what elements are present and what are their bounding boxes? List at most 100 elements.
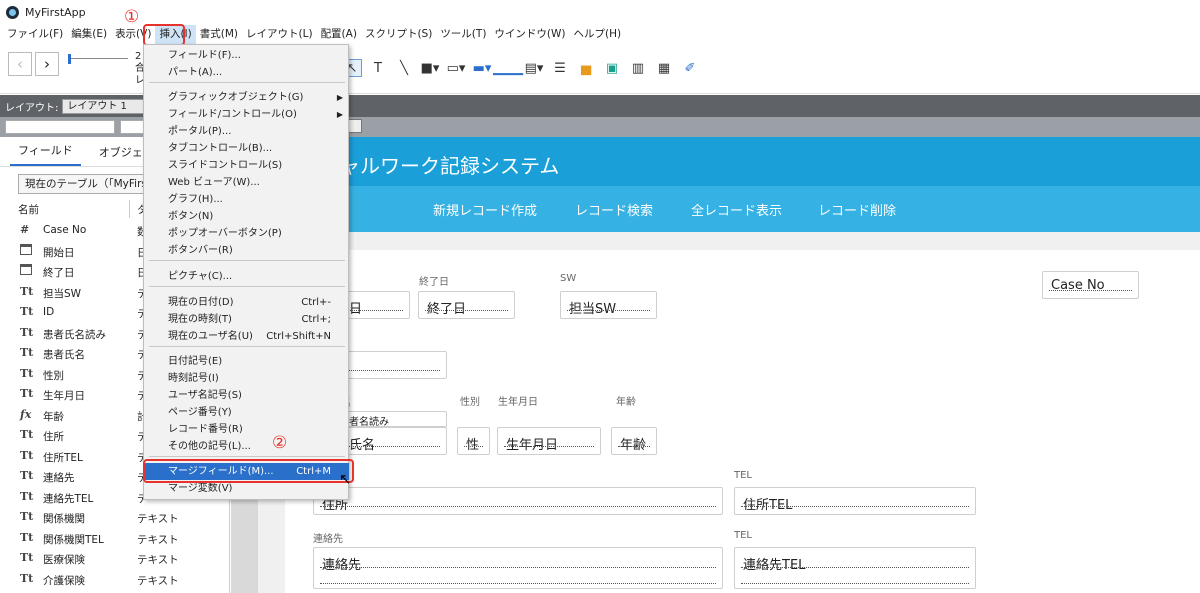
slide-control-tool-icon[interactable]: ▦ — [654, 59, 674, 77]
label-age[interactable]: 年齢 — [616, 393, 636, 408]
layout-header-title[interactable]: ャルワーク記録システム — [340, 150, 559, 179]
button-tool-icon[interactable]: ▬▾ — [472, 59, 492, 77]
field-list-row[interactable]: Tt 介護保険 テキスト — [0, 569, 230, 590]
menu-tools[interactable]: ツール(T) — [436, 25, 490, 44]
annotation-step-2: ② — [272, 433, 288, 453]
prev-record-button[interactable]: ‹ — [8, 52, 32, 76]
insert-menu-item-label: パート(A)... — [168, 67, 223, 78]
menu-edit[interactable]: 編集(E) — [67, 25, 111, 44]
field-address[interactable]: 住所 — [313, 487, 723, 515]
text-field-icon: Tt — [20, 284, 34, 298]
label-address-tel[interactable]: TEL — [734, 470, 752, 481]
format-painter-icon[interactable]: ✐ — [680, 59, 700, 77]
field-birth[interactable]: 生年月日 — [497, 427, 601, 455]
insert-menu-item[interactable]: ポータル(P)... — [145, 123, 349, 140]
insert-menu-item-label: ピクチャ(C)... — [168, 271, 233, 282]
insert-menu-item[interactable]: ユーザ名記号(S) — [145, 387, 349, 404]
insert-menu-item[interactable]: タブコントロール(B)... — [145, 140, 349, 157]
nav-new-record[interactable]: 新規レコード作成 — [433, 200, 537, 219]
label-contact-tel[interactable]: TEL — [734, 530, 752, 541]
insert-menu-item[interactable]: グラフ(H)... — [145, 191, 349, 208]
tab-fields[interactable]: フィールド — [10, 142, 81, 166]
chart-tool-icon[interactable]: ▅ — [576, 59, 596, 77]
insert-menu-item[interactable]: ボタンバー(R) — [145, 242, 349, 259]
insert-menu-item[interactable]: フィールド(F)... — [145, 47, 349, 64]
insert-menu-item[interactable]: 現在のユーザ名(U) Ctrl+Shift+N — [145, 328, 349, 345]
font-select[interactable] — [5, 120, 115, 134]
text-field-icon: Tt — [20, 448, 34, 462]
popover-tool-icon[interactable]: ▥ — [628, 59, 648, 77]
record-slider-thumb[interactable] — [68, 54, 71, 64]
date-field-icon — [20, 264, 36, 278]
insert-menu-item[interactable]: フィールド/コントロール(O) ▶ — [145, 106, 349, 123]
column-name-header[interactable]: 名前 — [18, 202, 39, 217]
insert-menu-item[interactable]: パート(A)... — [145, 64, 349, 81]
insert-menu-item[interactable]: 現在の時刻(T) Ctrl+; — [145, 311, 349, 328]
canvas-menu-icon[interactable] — [348, 119, 362, 133]
menu-scripts[interactable]: スクリプト(S) — [361, 25, 436, 44]
menu-layouts[interactable]: レイアウト(L) — [242, 25, 317, 44]
portal-tool-icon[interactable]: ☰ — [550, 59, 570, 77]
menu-help[interactable]: ヘルプ(H) — [570, 25, 626, 44]
mouse-cursor-icon: ↖ — [339, 470, 352, 488]
nav-delete-record[interactable]: レコード削除 — [818, 200, 896, 219]
web-viewer-tool-icon[interactable]: ▣ — [602, 59, 622, 77]
label-gender[interactable]: 性別 — [460, 393, 480, 408]
field-gender[interactable]: 性 — [457, 427, 490, 455]
next-record-button[interactable]: › — [35, 52, 59, 76]
field-tool-icon[interactable]: ▭▾ — [446, 59, 466, 77]
layout-select[interactable]: レイアウト 1 — [62, 98, 155, 114]
insert-menu-item[interactable]: 現在の日付(D) Ctrl+- — [145, 294, 349, 311]
insert-menu-item[interactable]: ピクチャ(C)... — [145, 268, 349, 285]
insert-menu-item[interactable]: グラフィックオブジェクト(G) ▶ — [145, 89, 349, 106]
field-age[interactable]: 年齢 — [611, 427, 657, 455]
field-sw[interactable]: 担当SW — [560, 291, 657, 319]
insert-menu-item[interactable]: ポップオーバーボタン(P) — [145, 225, 349, 242]
size-select[interactable] — [120, 120, 144, 134]
annotation-step-1: ① — [124, 7, 140, 27]
insert-menu-item-label: フィールド/コントロール(O) — [168, 109, 297, 120]
field-address-tel[interactable]: 住所TEL — [734, 487, 976, 515]
field-case-no[interactable]: Case No — [1042, 271, 1139, 299]
nav-find-record[interactable]: レコード検索 — [575, 200, 653, 219]
layout-label: レイアウト: — [5, 102, 59, 114]
shape-tool-icon[interactable]: ■▾ — [420, 59, 440, 77]
field-list-row[interactable]: Tt 関係機関 テキスト — [0, 507, 230, 528]
label-contact[interactable]: 連絡先 — [313, 530, 343, 545]
field-start-date[interactable]: 日 — [340, 291, 410, 319]
label-birth[interactable]: 生年月日 — [498, 393, 538, 408]
insert-menu-item[interactable]: 時刻記号(I) — [145, 370, 349, 387]
insert-menu-item[interactable]: レコード番号(R) — [145, 421, 349, 438]
field-name[interactable]: 氏名 — [340, 427, 447, 455]
menu-arrange[interactable]: 配置(A) — [317, 25, 361, 44]
record-slider[interactable] — [68, 54, 128, 64]
insert-menu-item[interactable]: ページ番号(Y) — [145, 404, 349, 421]
text-field-icon: Tt — [20, 366, 34, 380]
field-contact[interactable]: 連絡先 — [313, 547, 723, 589]
field-list-row[interactable]: Tt 関係機関TEL テキスト — [0, 528, 230, 549]
field-list-type: テキスト — [137, 554, 179, 566]
insert-menu-item[interactable]: 日付記号(E) — [145, 353, 349, 370]
insert-menu-item[interactable]: ボタン(N) — [145, 208, 349, 225]
label-sw[interactable]: SW — [560, 273, 576, 284]
text-field-icon: Tt — [20, 387, 34, 400]
field-id[interactable] — [340, 351, 447, 379]
insert-menu-item[interactable]: その他の記号(L)... — [145, 438, 349, 455]
field-list-name: 介護保険 — [43, 574, 85, 587]
field-contact-tel[interactable]: 連絡先TEL — [734, 547, 976, 589]
line-tool-icon[interactable]: ╲ — [394, 59, 414, 77]
insert-menu-item[interactable]: Web ビューア(W)... — [145, 174, 349, 191]
insert-menu-item[interactable]: スライドコントロール(S) — [145, 157, 349, 174]
menu-format[interactable]: 書式(M) — [196, 25, 242, 44]
label-end-date[interactable]: 終了日 — [419, 273, 449, 288]
menu-window[interactable]: ウインドウ(W) — [490, 25, 569, 44]
button-bar-tool-icon[interactable]: ▁▁▁ — [493, 59, 523, 77]
tab-control-tool-icon[interactable]: ▤▾ — [524, 59, 544, 77]
menu-file[interactable]: ファイル(F) — [3, 25, 67, 44]
text-tool-icon[interactable]: T — [368, 59, 388, 77]
field-name-reading[interactable]: 者名読み — [340, 411, 447, 427]
insert-menu-item-label: グラフィックオブジェクト(G) — [168, 92, 304, 103]
field-list-row[interactable]: Tt 医療保険 テキスト — [0, 548, 230, 569]
field-end-date[interactable]: 終了日 — [418, 291, 515, 319]
nav-show-all[interactable]: 全レコード表示 — [691, 200, 782, 219]
